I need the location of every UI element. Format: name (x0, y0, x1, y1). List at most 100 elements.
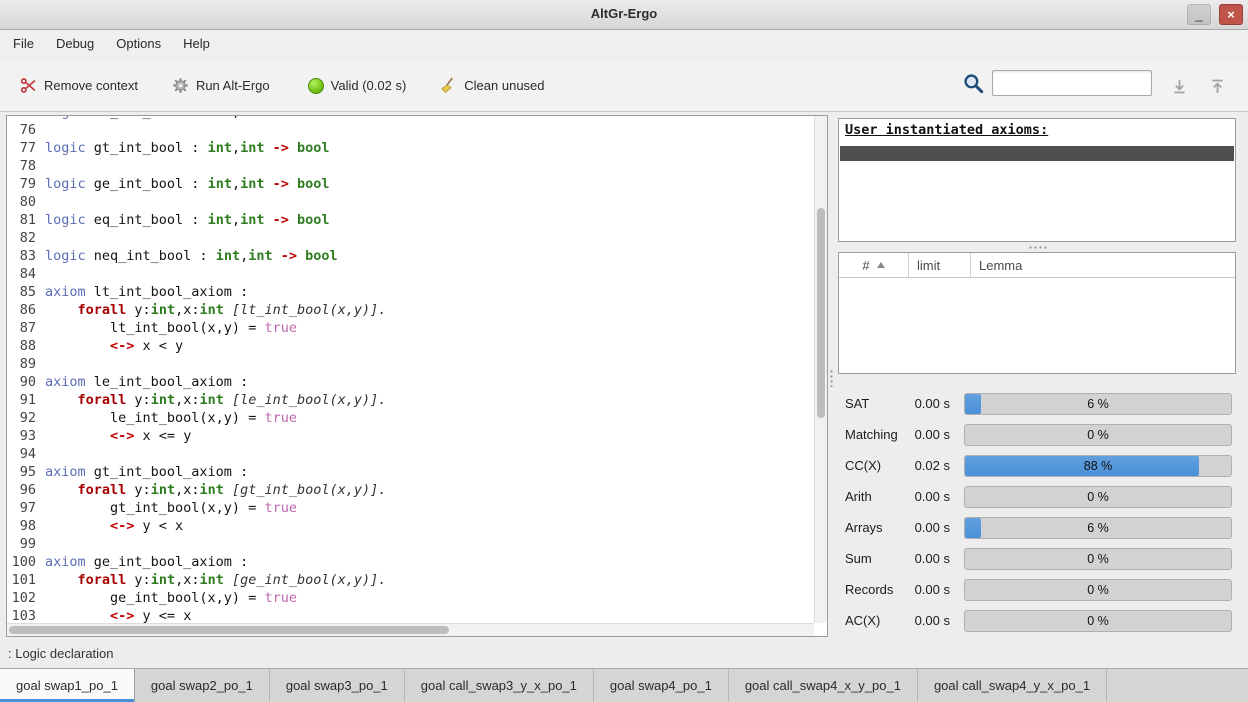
status-bar-text: : Logic declaration (8, 646, 114, 661)
remove-context-label: Remove context (44, 78, 138, 93)
stat-time: 0.02 s (902, 458, 950, 473)
code-text: axiom le_int_bool_axiom : (45, 373, 248, 391)
code-text: logic gt_int_bool : int,int -> bool (45, 139, 330, 157)
stat-time: 0.00 s (902, 427, 950, 442)
tab-goal-call-swap4-x-y-po-1[interactable]: goal call_swap4_x_y_po_1 (729, 669, 918, 702)
vertical-scrollbar-thumb[interactable] (817, 208, 825, 418)
lemma-table-header: #limitLemma (839, 253, 1235, 278)
stat-label: Arith (838, 489, 902, 504)
line-number: 103 (7, 607, 45, 623)
clean-unused-button[interactable]: Clean unused (432, 71, 552, 100)
code-text: logic neq_int_bool : int,int -> bool (45, 247, 338, 265)
tab-goal-call-swap4-y-x-po-1[interactable]: goal call_swap4_y_x_po_1 (918, 669, 1107, 702)
line-number: 98 (7, 517, 45, 535)
line-number: 96 (7, 481, 45, 499)
search-input[interactable] (992, 70, 1152, 96)
line-number: 92 (7, 409, 45, 427)
line-number: 85 (7, 283, 45, 301)
tab-goal-swap4-po-1[interactable]: goal swap4_po_1 (594, 669, 729, 702)
run-alt-ergo-button[interactable]: Run Alt-Ergo (164, 71, 278, 100)
menu-file[interactable]: File (2, 30, 45, 60)
user-axioms-title: User instantiated axioms: (845, 122, 1048, 138)
stat-row-arrays: Arrays0.00 s6 % (838, 512, 1236, 543)
line-number: 97 (7, 499, 45, 517)
tab-goal-swap1-po-1[interactable]: goal swap1_po_1 (0, 669, 135, 702)
toolbar: Remove context Run Alt-Ergo Valid (0.02 … (0, 60, 1248, 112)
menu-help[interactable]: Help (172, 30, 221, 60)
lemma-table[interactable]: #limitLemma (838, 252, 1236, 374)
code-line: 91 forall y:int,x:int [le_int_bool(x,y)]… (7, 391, 814, 409)
code-text: logic lt_int_bool : int,int -> bool (45, 116, 330, 121)
tab-goal-swap2-po-1[interactable]: goal swap2_po_1 (135, 669, 270, 702)
editor-vertical-scrollbar[interactable] (814, 116, 827, 623)
code-line: 79logic ge_int_bool : int,int -> bool (7, 175, 814, 193)
code-text: <-> y < x (45, 517, 183, 535)
horizontal-scrollbar-thumb[interactable] (9, 626, 449, 634)
code-line: 85axiom lt_int_bool_axiom : (7, 283, 814, 301)
line-number: 78 (7, 157, 45, 175)
code-text: forall y:int,x:int [lt_int_bool(x,y)]. (45, 301, 386, 319)
close-button[interactable]: × (1219, 4, 1243, 25)
stat-label: Records (838, 582, 902, 597)
line-number: 102 (7, 589, 45, 607)
solver-statistics: SAT0.00 s6 %Matching0.00 s0 %CC(X)0.02 s… (838, 388, 1236, 636)
code-line: 103 <-> y <= x (7, 607, 814, 623)
tab-goal-call-swap3-y-x-po-1[interactable]: goal call_swap3_y_x_po_1 (405, 669, 594, 702)
line-number: 101 (7, 571, 45, 589)
code-line: 86 forall y:int,x:int [lt_int_bool(x,y)]… (7, 301, 814, 319)
line-number: 86 (7, 301, 45, 319)
line-number: 100 (7, 553, 45, 571)
minimize-button[interactable]: _ (1187, 4, 1211, 25)
stat-row-ac-x: AC(X)0.00 s0 % (838, 605, 1236, 636)
code-line: 95axiom gt_int_bool_axiom : (7, 463, 814, 481)
horizontal-pane-handle[interactable] (1028, 245, 1048, 250)
result-status: Valid (0.02 s) (300, 72, 415, 100)
remove-context-button[interactable]: Remove context (12, 71, 146, 100)
stat-time: 0.00 s (902, 489, 950, 504)
code-line: 92 le_int_bool(x,y) = true (7, 409, 814, 427)
progress-bar: 0 % (964, 424, 1232, 446)
line-number: 87 (7, 319, 45, 337)
code-line: 93 <-> x <= y (7, 427, 814, 445)
code-text: lt_int_bool(x,y) = true (45, 319, 297, 337)
code-text: <-> x < y (45, 337, 183, 355)
editor-viewport: 75logic lt_int_bool : int,int -> bool767… (7, 116, 814, 623)
tab-goal-swap3-po-1[interactable]: goal swap3_po_1 (270, 669, 405, 702)
menu-debug[interactable]: Debug (45, 30, 105, 60)
titlebar[interactable]: AltGr-Ergo _ × (0, 0, 1248, 30)
down-arrow-icon (1171, 78, 1188, 95)
code-line: 99 (7, 535, 814, 553)
user-axioms-panel[interactable]: User instantiated axioms: (838, 118, 1236, 242)
source-editor[interactable]: 75logic lt_int_bool : int,int -> bool767… (6, 115, 828, 637)
window-title: AltGr-Ergo (0, 6, 1248, 21)
stat-label: Sum (838, 551, 902, 566)
code-line: 94 (7, 445, 814, 463)
column-header-lemma[interactable]: Lemma (971, 253, 1235, 277)
progress-bar: 0 % (964, 610, 1232, 632)
line-number: 77 (7, 139, 45, 157)
progress-bar: 6 % (964, 393, 1232, 415)
menu-options[interactable]: Options (105, 30, 172, 60)
down-arrow-button[interactable] (1166, 74, 1192, 98)
editor-horizontal-scrollbar[interactable] (7, 623, 814, 636)
up-arrow-button[interactable] (1204, 74, 1230, 98)
line-number: 84 (7, 265, 45, 283)
stat-label: AC(X) (838, 613, 902, 628)
column-header-limit[interactable]: limit (909, 253, 971, 277)
vertical-pane-handle[interactable] (829, 369, 834, 387)
code-line: 84 (7, 265, 814, 283)
column-header-num[interactable]: # (839, 253, 909, 277)
line-number: 88 (7, 337, 45, 355)
line-number: 76 (7, 121, 45, 139)
line-number: 83 (7, 247, 45, 265)
code-line: 88 <-> x < y (7, 337, 814, 355)
line-number: 93 (7, 427, 45, 445)
stat-label: SAT (838, 396, 902, 411)
code-text: forall y:int,x:int [le_int_bool(x,y)]. (45, 391, 386, 409)
code-text: ge_int_bool(x,y) = true (45, 589, 297, 607)
code-line: 98 <-> y < x (7, 517, 814, 535)
code-line: 76 (7, 121, 814, 139)
selected-axiom-row[interactable] (840, 146, 1234, 161)
stat-row-sat: SAT0.00 s6 % (838, 388, 1236, 419)
code-line: 102 ge_int_bool(x,y) = true (7, 589, 814, 607)
